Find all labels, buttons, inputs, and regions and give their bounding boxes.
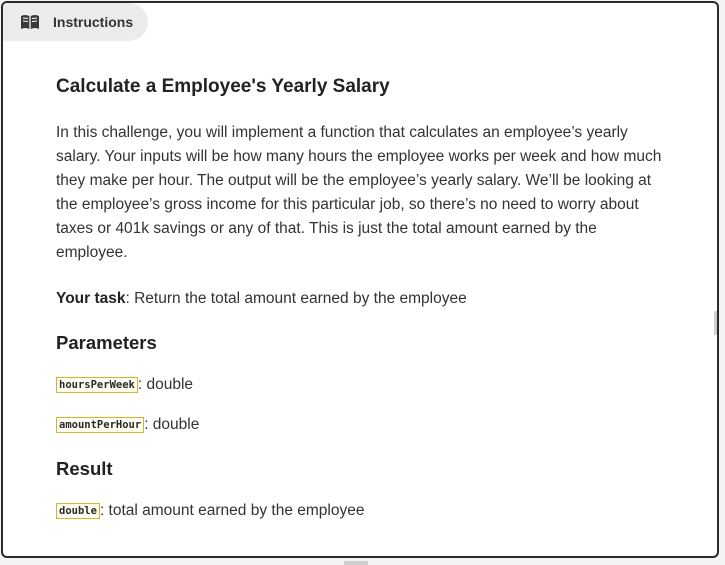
result-type-code: double bbox=[56, 503, 100, 519]
parameters-heading: Parameters bbox=[56, 332, 157, 353]
param-name-code: amountPerHour bbox=[56, 417, 145, 433]
tab-instructions[interactable]: Instructions bbox=[3, 3, 148, 41]
param-type: : double bbox=[144, 416, 200, 433]
tab-label: Instructions bbox=[53, 14, 134, 30]
result-text: : total amount earned by the employee bbox=[99, 502, 365, 519]
scrollbar-thumb[interactable] bbox=[714, 311, 717, 335]
result-item: double: total amount earned by the emplo… bbox=[56, 499, 666, 523]
parameter-item: hoursPerWeek: double bbox=[56, 373, 666, 397]
instructions-content: Calculate a Employee's Yearly Salary In … bbox=[56, 75, 666, 539]
task-label: Your task bbox=[56, 290, 126, 307]
param-type: : double bbox=[137, 376, 194, 393]
book-icon bbox=[20, 14, 40, 30]
task-statement: Your task: Return the total amount earne… bbox=[56, 287, 666, 311]
instructions-panel: Instructions Calculate a Employee's Year… bbox=[1, 1, 719, 558]
challenge-description: In this challenge, you will implement a … bbox=[56, 124, 662, 261]
parameter-item: amountPerHour: double bbox=[56, 413, 666, 437]
result-heading: Result bbox=[56, 458, 113, 479]
task-text: : Return the total amount earned by the … bbox=[125, 290, 467, 307]
challenge-title: Calculate a Employee's Yearly Salary bbox=[56, 76, 390, 97]
param-name-code: hoursPerWeek bbox=[56, 377, 138, 393]
resize-handle[interactable] bbox=[344, 561, 368, 565]
